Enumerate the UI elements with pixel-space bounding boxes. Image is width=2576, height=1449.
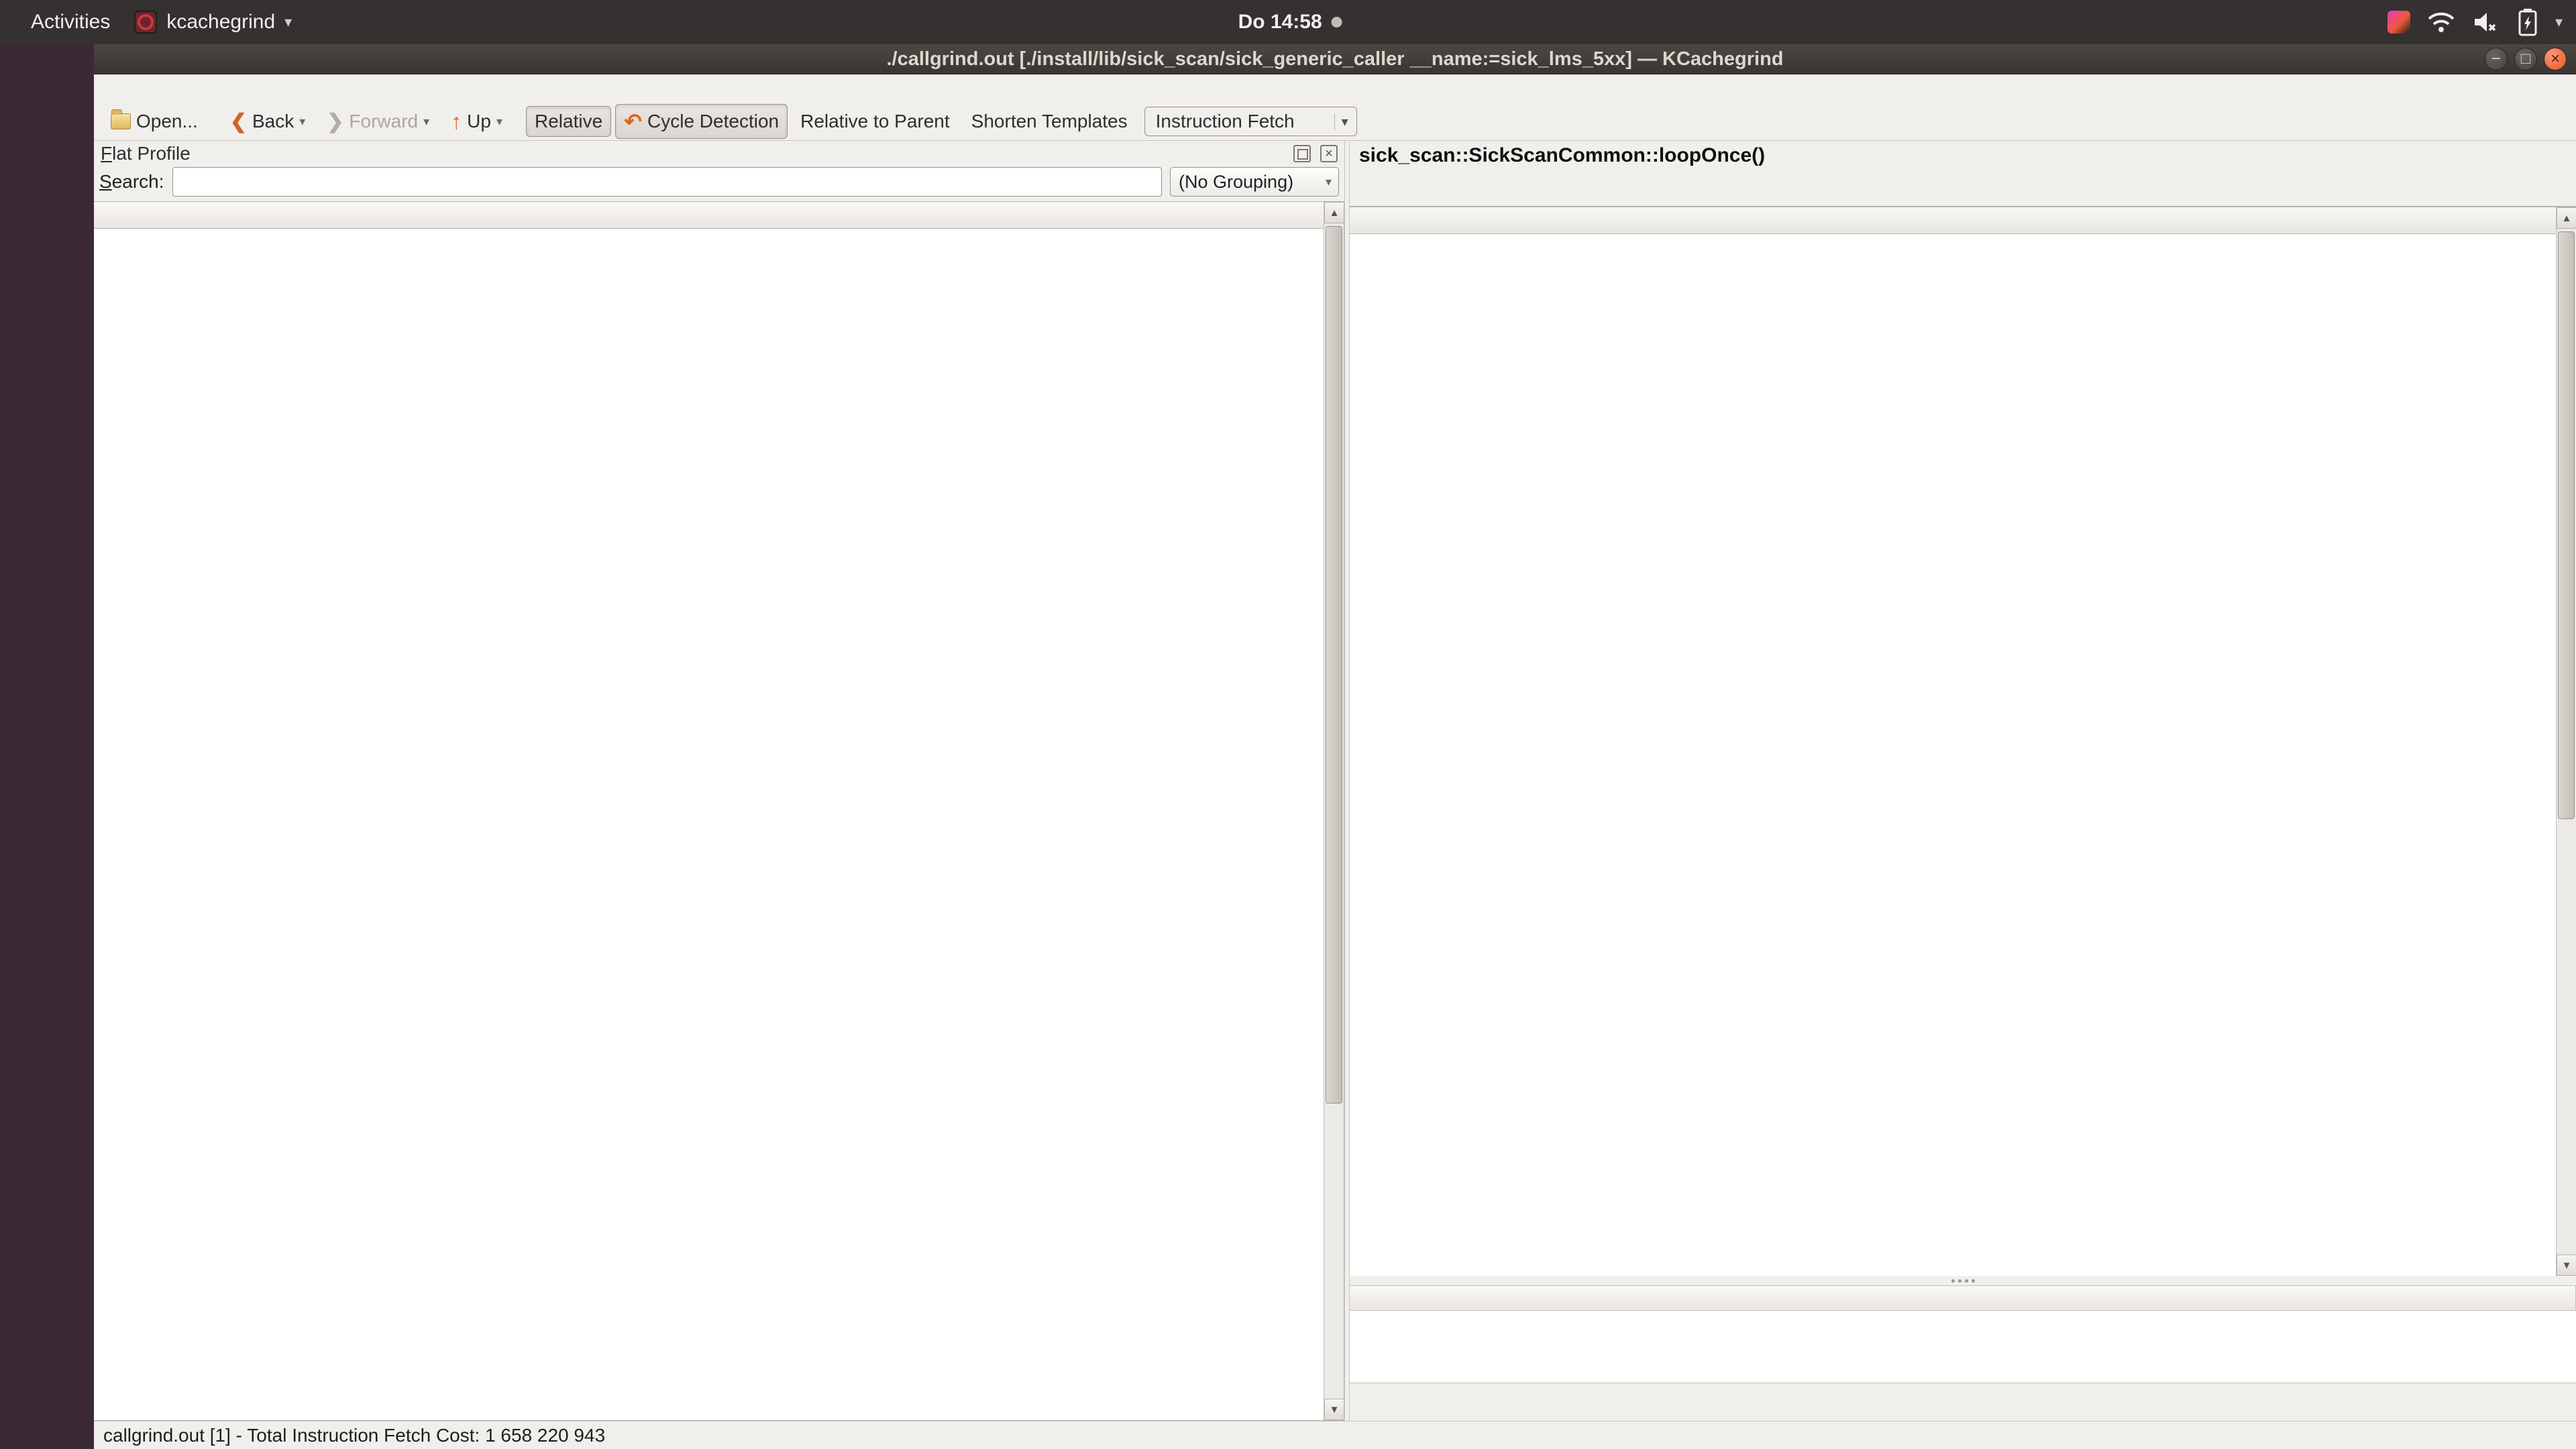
relative-to-parent-toggle[interactable]: Relative to Parent bbox=[792, 106, 959, 137]
chevron-down-icon: ▾ bbox=[1326, 175, 1332, 189]
system-menu-caret-icon: ▾ bbox=[2555, 13, 2563, 31]
panel-splitter-vertical[interactable] bbox=[1344, 141, 1350, 1421]
menu-bar bbox=[94, 74, 2576, 103]
kcachegrind-window: ./callgrind.out [./install/lib/sick_scan… bbox=[94, 44, 2576, 1449]
cycle-detection-toggle[interactable]: ↶ Cycle Detection bbox=[615, 104, 788, 139]
parts-table-header[interactable] bbox=[1350, 1285, 2576, 1311]
flat-profile-header[interactable] bbox=[94, 202, 1344, 229]
chevron-down-icon: ▾ bbox=[284, 13, 292, 31]
parts-table-body[interactable] bbox=[1350, 1311, 2576, 1383]
app-indicator-icon bbox=[2387, 11, 2410, 34]
launcher-dock bbox=[0, 44, 94, 1449]
flat-profile-dock: Flat Profile × Search: (No Grouping) ▾ bbox=[94, 141, 1344, 1421]
function-detail-pane: sick_scan::SickScanCommon::loopOnce() ▲ … bbox=[1350, 141, 2576, 1421]
close-button[interactable]: × bbox=[2544, 48, 2567, 70]
kcachegrind-app-icon bbox=[134, 11, 157, 34]
clock-label: Do 14:58 bbox=[1238, 11, 1322, 34]
up-button[interactable]: ↑ Up ▾ bbox=[442, 105, 511, 139]
status-bar: callgrind.out [1] - Total Instruction Fe… bbox=[94, 1421, 2576, 1449]
bottom-tabs bbox=[1350, 1383, 2576, 1421]
app-menu-button[interactable]: kcachegrind ▾ bbox=[134, 11, 292, 34]
back-button[interactable]: ❮ Back ▾ bbox=[221, 105, 314, 138]
scroll-thumb[interactable] bbox=[1326, 226, 1342, 1104]
dock-close-button[interactable]: × bbox=[1320, 145, 1338, 162]
forward-dropdown-icon[interactable]: ▾ bbox=[423, 115, 429, 129]
flat-profile-scrollbar[interactable]: ▲ ▼ bbox=[1324, 202, 1344, 1420]
dock-float-button[interactable] bbox=[1293, 145, 1311, 162]
toolbar: Open... ❮ Back ▾ ❯ Forward ▾ ↑ Up ▾ Rela… bbox=[94, 103, 2576, 141]
open-button[interactable]: Open... bbox=[102, 106, 207, 137]
back-dropdown-icon[interactable]: ▾ bbox=[299, 115, 305, 129]
scroll-up-icon[interactable]: ▲ bbox=[1324, 202, 1344, 223]
up-arrow-icon: ↑ bbox=[451, 109, 462, 134]
detail-tabs bbox=[1350, 170, 2576, 207]
forward-button[interactable]: ❯ Forward ▾ bbox=[318, 105, 438, 138]
battery-icon bbox=[2518, 8, 2538, 36]
function-title: sick_scan::SickScanCommon::loopOnce() bbox=[1350, 141, 2576, 170]
app-menu-label: kcachegrind bbox=[166, 11, 275, 34]
clock-button[interactable]: Do 14:58 bbox=[1238, 0, 1342, 44]
cycle-arrow-icon: ↶ bbox=[624, 109, 642, 134]
source-scrollbar[interactable]: ▲ ▼ bbox=[2556, 207, 2576, 1276]
notification-dot-icon bbox=[1332, 17, 1342, 28]
desktop: Activities kcachegrind ▾ Do 14:58 bbox=[0, 0, 2576, 1449]
window-title: ./callgrind.out [./install/lib/sick_scan… bbox=[886, 48, 1783, 70]
flat-profile-table: ▲ ▼ bbox=[94, 201, 1344, 1421]
search-input[interactable] bbox=[172, 167, 1162, 197]
wifi-icon bbox=[2428, 11, 2455, 34]
maximize-button[interactable]: □ bbox=[2514, 48, 2537, 70]
system-tray[interactable]: ▾ bbox=[2387, 0, 2563, 44]
scroll-thumb[interactable] bbox=[2558, 231, 2575, 819]
status-text: callgrind.out [1] - Total Instruction Fe… bbox=[103, 1425, 605, 1446]
relative-toggle[interactable]: Relative bbox=[526, 106, 611, 137]
minimize-button[interactable]: − bbox=[2485, 48, 2508, 70]
grouping-select[interactable]: (No Grouping) ▾ bbox=[1170, 167, 1339, 197]
up-dropdown-icon[interactable]: ▾ bbox=[496, 115, 502, 129]
chevron-down-icon: ▾ bbox=[1334, 113, 1348, 130]
source-code-view: ▲ ▼ bbox=[1350, 207, 2576, 1276]
activities-button[interactable]: Activities bbox=[31, 11, 110, 34]
gnome-top-bar: Activities kcachegrind ▾ Do 14:58 bbox=[0, 0, 2576, 44]
scroll-up-icon[interactable]: ▲ bbox=[2557, 207, 2576, 229]
titlebar[interactable]: ./callgrind.out [./install/lib/sick_scan… bbox=[94, 44, 2576, 74]
event-type-select[interactable]: Instruction Fetch ▾ bbox=[1144, 107, 1357, 136]
flat-profile-title: Flat Profile bbox=[101, 143, 191, 164]
shorten-templates-toggle[interactable]: Shorten Templates bbox=[963, 106, 1136, 137]
volume-muted-icon bbox=[2472, 10, 2500, 34]
flat-profile-rows bbox=[94, 229, 1344, 1420]
panel-splitter-horizontal[interactable] bbox=[1350, 1276, 2576, 1285]
search-label: Search: bbox=[99, 171, 164, 193]
source-header[interactable] bbox=[1350, 207, 2576, 234]
back-arrow-icon: ❮ bbox=[230, 110, 247, 133]
open-folder-icon bbox=[111, 113, 131, 129]
forward-arrow-icon: ❯ bbox=[327, 110, 343, 133]
scroll-down-icon[interactable]: ▼ bbox=[1324, 1399, 1344, 1420]
source-rows bbox=[1350, 234, 2576, 1276]
scroll-down-icon[interactable]: ▼ bbox=[2557, 1254, 2576, 1276]
